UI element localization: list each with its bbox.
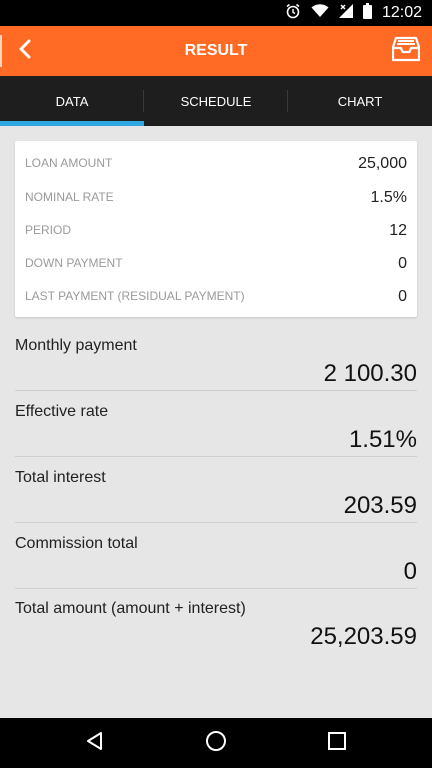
result-label: Total amount (amount + interest): [15, 600, 246, 617]
tab-label: CHART: [337, 93, 383, 109]
battery-icon: [362, 2, 372, 24]
row-value: 25,000: [358, 155, 407, 172]
row-value: 0: [398, 288, 407, 305]
nominal-rate-row: NOMINAL RATE 1.5%: [15, 181, 417, 214]
row-label: PERIOD: [25, 223, 72, 237]
divider: [15, 390, 417, 391]
result-label: Effective rate: [15, 403, 109, 420]
nav-recents-button[interactable]: [307, 718, 367, 768]
result-label: Monthly payment: [15, 337, 137, 354]
tab-label: DATA: [55, 93, 89, 109]
total-interest-result: Total interest 203.59: [15, 466, 417, 523]
divider: [15, 522, 417, 523]
active-tab-indicator: [0, 121, 144, 126]
triangle-back-icon: [85, 731, 105, 756]
circle-home-icon: [205, 730, 227, 757]
tab-label: SCHEDULE: [180, 93, 252, 109]
archive-button[interactable]: [390, 36, 422, 66]
result-label: Total interest: [15, 469, 106, 486]
row-label: NOMINAL RATE: [25, 190, 114, 204]
row-value: 1.5%: [370, 189, 407, 206]
divider: [15, 588, 417, 589]
result-value: 25,203.59: [310, 623, 417, 650]
nav-home-button[interactable]: [186, 718, 246, 768]
row-label: DOWN PAYMENT: [25, 256, 123, 270]
loan-amount-row: LOAN AMOUNT 25,000: [15, 147, 417, 180]
input-summary-card: LOAN AMOUNT 25,000 NOMINAL RATE 1.5% PER…: [15, 141, 417, 317]
row-value: 0: [398, 255, 407, 272]
tab-bar: DATA SCHEDULE CHART: [0, 76, 432, 126]
square-recents-icon: [328, 731, 346, 755]
status-time: 12:02: [381, 4, 422, 21]
row-label: LOAN AMOUNT: [25, 156, 113, 170]
wifi-icon: [311, 3, 329, 23]
commission-total-result: Commission total 0: [15, 532, 417, 589]
signal-icon: [338, 3, 353, 23]
row-label: LAST PAYMENT (RESIDUAL PAYMENT): [25, 289, 245, 303]
monthly-payment-result: Monthly payment 2 100.30: [15, 334, 417, 391]
page-title: RESULT: [184, 42, 248, 59]
status-bar: 12:02: [0, 0, 432, 26]
row-value: 12: [389, 222, 407, 239]
period-row: PERIOD 12: [15, 214, 417, 247]
down-payment-row: DOWN PAYMENT 0: [15, 247, 417, 280]
divider: [15, 456, 417, 457]
last-payment-row: LAST PAYMENT (RESIDUAL PAYMENT) 0: [15, 280, 417, 313]
alarm-icon: [285, 3, 301, 24]
archive-icon: [391, 36, 421, 67]
result-value: 0: [403, 558, 417, 585]
tab-data[interactable]: DATA: [0, 76, 144, 126]
result-value: 1.51%: [348, 426, 417, 453]
tab-chart[interactable]: CHART: [288, 76, 432, 126]
result-label: Commission total: [15, 535, 138, 552]
effective-rate-result: Effective rate 1.51%: [15, 400, 417, 457]
result-value: 2 100.30: [323, 360, 417, 387]
app-bar: RESULT: [0, 26, 432, 76]
nav-back-button[interactable]: [65, 718, 125, 768]
total-amount-result: Total amount (amount + interest) 25,203.…: [15, 597, 417, 653]
tab-schedule[interactable]: SCHEDULE: [144, 76, 288, 126]
system-nav-bar: [0, 718, 432, 768]
result-value: 203.59: [343, 492, 417, 519]
